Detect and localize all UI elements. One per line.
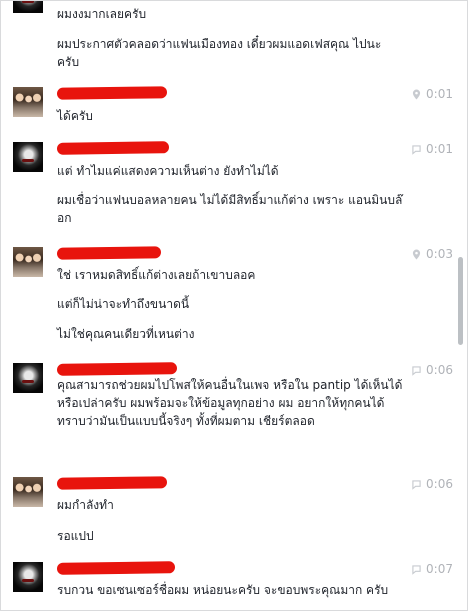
group-avatar[interactable] [13, 477, 43, 507]
comment-icon [412, 564, 421, 575]
message-text: แต่ ทำไมแค่แสดงความเห็นต่าง ยังทำไม่ได้ [57, 164, 279, 178]
joker-avatar[interactable] [13, 363, 43, 393]
joker-avatar[interactable] [13, 142, 43, 172]
message-meta: 0:06 [412, 363, 453, 377]
message-text: รบกวน ขอเซนเซอร์ชื่อผม หน่อยนะครับ จะขอบ… [57, 583, 389, 597]
message-text: คุณสามารถช่วยผมไปโพสให้คนอื่นในเพจ หรือใ… [57, 378, 403, 428]
redacted-sender-name[interactable] [56, 476, 168, 490]
message-time: 0:07 [426, 562, 453, 576]
message-meta: 0:03 [412, 247, 453, 261]
message-time: 0:06 [426, 477, 453, 491]
map-pin-icon [412, 89, 421, 100]
message-time: 0:01 [426, 142, 453, 156]
chat-window: ผมงงมากเลยครับ ผมประกาศตัวคลอดว่าแฟนเมือ… [0, 0, 468, 611]
message-text: ผมประกาศตัวคลอดว่าแฟนเมืองทอง เดี๋ยวผมแอ… [57, 37, 382, 69]
message-meta: 0:01 [412, 142, 453, 156]
message-text: ผมกำลังทำ [57, 498, 114, 512]
message-time: 0:01 [426, 87, 453, 101]
comment-icon [412, 144, 421, 155]
joker-avatar[interactable] [13, 562, 43, 592]
message-text: ผมงงมากเลยครับ [57, 7, 147, 21]
message-text: แต่ก็ไม่น่าจะทำถึงขนาดนี้ [57, 297, 190, 311]
message-text: ได้ครับ [57, 109, 93, 123]
message-text: ใช่ เราหมดสิทธิ์แก้ต่างเลยถ้าเขาบลอค [57, 268, 256, 282]
message-thread[interactable]: ผมงงมากเลยครับ ผมประกาศตัวคลอดว่าแฟนเมือ… [1, 1, 453, 610]
message-text: ไม่ใช่คุณคนเดียวที่เหนต่าง [57, 327, 195, 341]
redacted-sender-name[interactable] [56, 561, 176, 575]
map-pin-icon [412, 249, 421, 260]
comment-icon [412, 479, 421, 490]
redacted-sender-name[interactable] [56, 141, 170, 155]
redacted-sender-name[interactable] [56, 86, 168, 100]
scrollbar-thumb[interactable] [458, 257, 463, 345]
redacted-sender-name[interactable] [56, 362, 178, 376]
message-time: 0:06 [426, 363, 453, 377]
message-text: ผมเชื่อว่าแฟนบอลหลายคน ไม่ได้มีสิทธิ์มาแ… [57, 193, 403, 225]
joker-avatar[interactable] [13, 1, 43, 13]
message-meta: 0:01 [412, 87, 453, 101]
comment-icon [412, 365, 421, 376]
message-meta: 0:06 [412, 477, 453, 491]
message-text: รอแปป [57, 529, 94, 543]
redacted-sender-name[interactable] [56, 246, 162, 260]
scrollbar[interactable] [455, 1, 465, 610]
message-meta: 0:07 [412, 562, 453, 576]
message-time: 0:03 [426, 247, 453, 261]
group-avatar[interactable] [13, 87, 43, 117]
group-avatar[interactable] [13, 247, 43, 277]
